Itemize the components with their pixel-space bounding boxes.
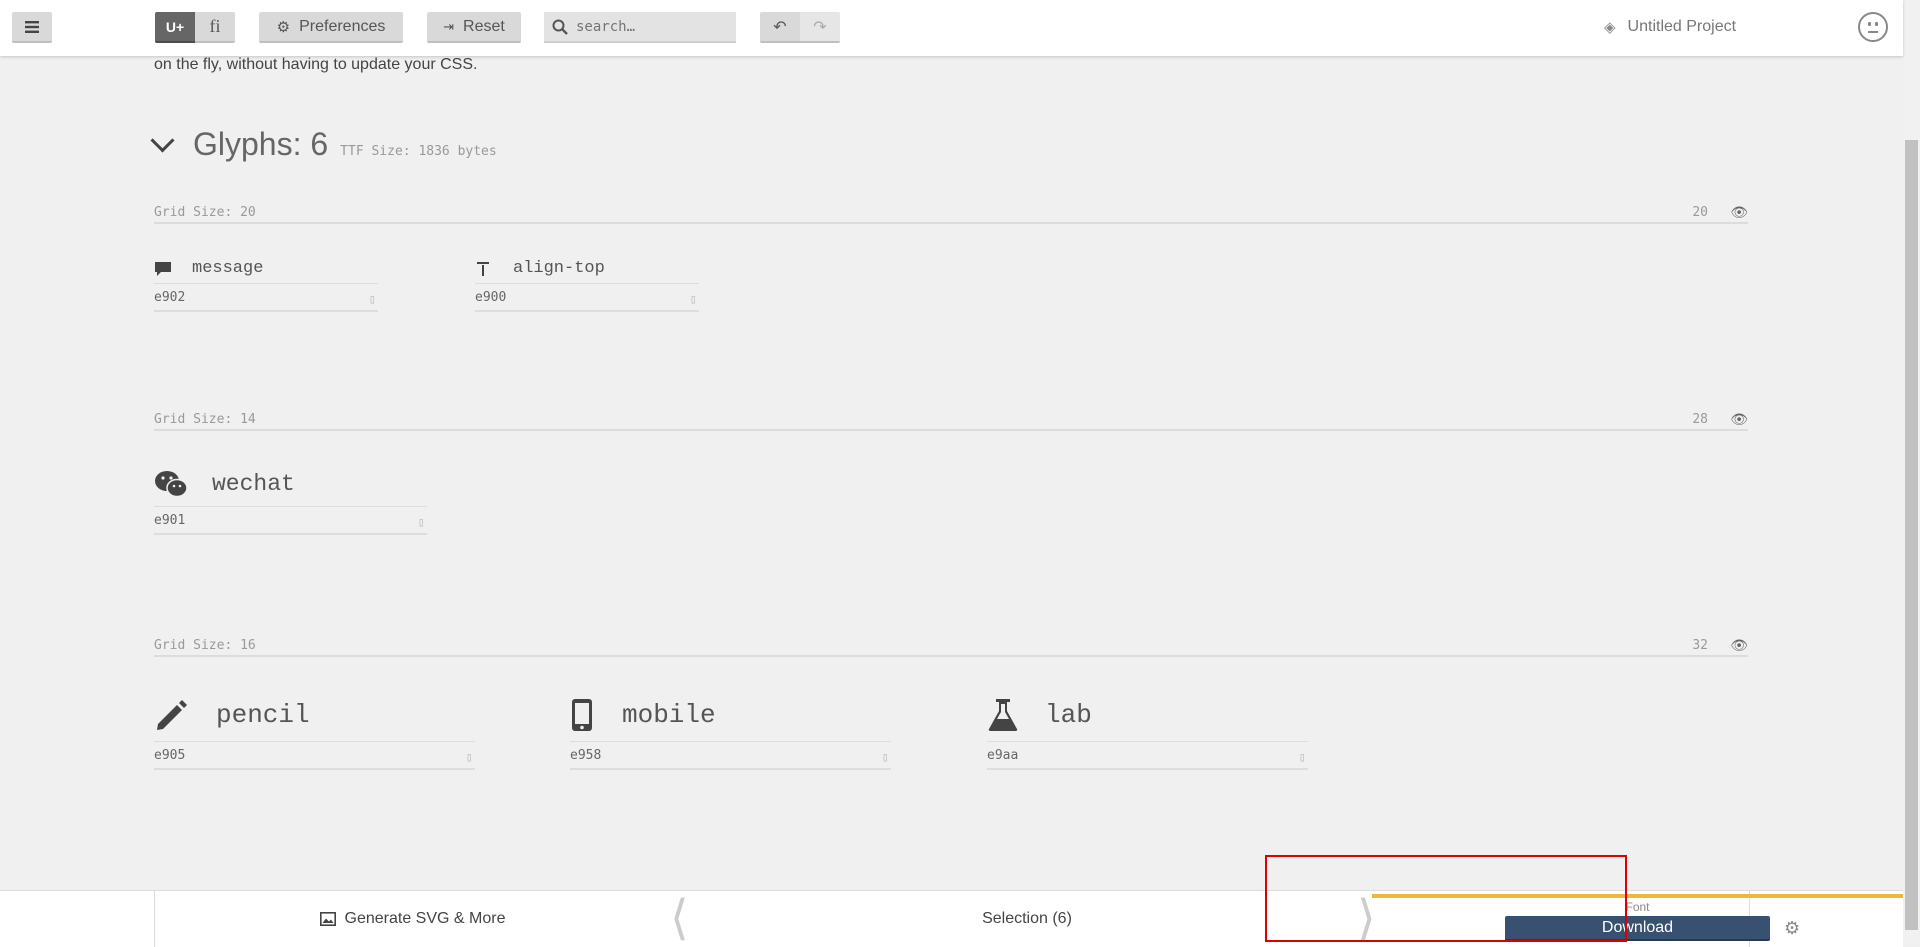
generate-svg-tab[interactable]: Generate SVG & More [155,891,670,947]
glyph-card[interactable]: lab e9aa ▯ [987,688,1308,770]
chevron-down-icon[interactable] [150,128,175,153]
glyph-code[interactable]: e905 ▯ [154,748,475,770]
glyph-name-row: message [154,254,378,284]
grid-size-value[interactable]: 28 [1692,412,1708,427]
project-name[interactable]: ◈ Untitled Project [1604,18,1736,36]
glyph-preview-box: ▯ [465,750,473,764]
glyph-name: wechat [212,471,295,497]
glyph-card[interactable]: align-top e900 ▯ [475,254,699,312]
eye-icon[interactable]: 👁 [1730,638,1748,654]
grid-size-bar: Grid Size: 16 32 👁 [154,633,1748,657]
reset-icon: ⇥ [443,18,455,34]
glyph-preview-box: ▯ [1298,750,1306,764]
mobile-icon [572,698,592,731]
font-label: Font [1625,900,1650,914]
undo-icon: ↶ [773,18,787,36]
glyph-name-row: pencil [154,688,475,742]
glyph-code-value: e905 [154,748,186,763]
eye-icon[interactable]: 👁 [1730,412,1748,428]
intro-text: on the fly, without having to update you… [154,56,478,73]
layers-icon: ◈ [1604,19,1616,36]
grid-size-bar: Grid Size: 14 28 👁 [154,407,1748,431]
right-arrow-icon: ⟩ [1357,890,1376,946]
selection-tab[interactable]: Selection (6) [700,891,1354,947]
glyph-code-value: e900 [475,290,507,305]
pencil-icon [157,699,187,730]
glyph-name-row: lab [987,688,1308,742]
top-toolbar: U+ fi ⚙ Preferences ⇥ Reset ↶ ↷ ◈ Untitl… [0,0,1903,56]
download-button[interactable]: Download [1505,916,1770,941]
grid-size-bar: Grid Size: 20 20 👁 [154,200,1748,224]
glyph-name: message [192,259,264,278]
glyph-name-row: mobile [570,688,891,742]
search-input[interactable] [574,17,728,36]
ligature-toggle-button[interactable]: fi [195,12,235,43]
grid-size-value[interactable]: 32 [1692,638,1708,653]
preferences-button[interactable]: ⚙ Preferences [259,12,403,43]
align-top-icon [477,261,489,276]
undo-button[interactable]: ↶ [760,12,800,43]
glyph-code-value: e9aa [987,748,1019,763]
redo-button[interactable]: ↷ [800,12,840,43]
search-icon [552,19,568,35]
glyph-preview-box: ▯ [417,515,425,529]
scrollbar-thumb[interactable] [1905,140,1918,930]
lab-icon [988,698,1018,731]
unicode-toggle-button[interactable]: U+ [155,12,195,43]
project-name-label: Untitled Project [1627,18,1737,35]
glyph-preview-box: ▯ [689,292,697,306]
user-face-icon[interactable] [1858,12,1888,42]
eye-icon[interactable]: 👁 [1730,205,1748,221]
glyph-card[interactable]: message e902 ▯ [154,254,378,312]
glyph-code[interactable]: e9aa ▯ [987,748,1308,770]
download-label: Download [1601,918,1674,936]
glyph-name: pencil [216,699,310,730]
grid-size-label: Grid Size: 20 [154,205,256,220]
wechat-icon [155,471,188,498]
grid-size-label: Grid Size: 14 [154,412,256,427]
message-icon [155,261,171,276]
gear-icon[interactable]: ⚙ [1784,918,1800,939]
glyph-card[interactable]: mobile e958 ▯ [570,688,891,770]
grid-size-label: Grid Size: 16 [154,638,256,653]
ttf-size: TTF Size: 1836 bytes [340,144,497,159]
glyph-code-value: e958 [570,748,602,763]
glyph-name-row: wechat [154,462,427,507]
glyph-name: align-top [513,259,605,278]
unicode-label: U+ [165,18,185,35]
glyph-code[interactable]: e958 ▯ [570,748,891,770]
reset-button[interactable]: ⇥ Reset [427,12,521,43]
search-box [544,12,736,43]
glyph-code-value: e901 [154,513,186,528]
reset-label: Reset [463,17,505,35]
grid-size-value[interactable]: 20 [1692,205,1708,220]
generate-label: Generate SVG & More [344,910,506,927]
glyph-name-row: align-top [475,254,699,284]
glyph-preview-box: ▯ [368,292,376,306]
left-arrow-icon: ⟨ [670,890,689,946]
glyphs-title: Glyphs: 6 [193,126,329,162]
glyph-code[interactable]: e900 ▯ [475,290,699,312]
gear-icon: ⚙ [276,18,291,36]
preferences-label: Preferences [299,17,386,35]
glyph-code-value: e902 [154,290,186,305]
glyph-name: lab [1045,699,1092,730]
selection-label: Selection (6) [982,910,1072,927]
glyph-code[interactable]: e902 ▯ [154,290,378,312]
bottom-bar: Generate SVG & More ⟨ Selection (6) ⟩ Fo… [0,890,1903,947]
menu-button[interactable] [12,12,52,43]
font-tab: Font Download ⚙ [1372,894,1903,947]
redo-icon: ↷ [813,18,827,36]
glyph-name: mobile [622,699,716,730]
image-icon [319,912,336,926]
glyph-card[interactable]: wechat e901 ▯ [154,462,427,535]
glyph-card[interactable]: pencil e905 ▯ [154,688,475,770]
ligature-label: fi [209,16,221,36]
glyph-code[interactable]: e901 ▯ [154,513,427,535]
bottom-inner: Generate SVG & More ⟨ Selection (6) ⟩ Fo… [154,890,1903,947]
hamburger-icon [25,20,39,33]
glyphs-header: Glyphs: 6 TTF Size: 1836 bytes [150,126,497,163]
glyph-preview-box: ▯ [881,750,889,764]
